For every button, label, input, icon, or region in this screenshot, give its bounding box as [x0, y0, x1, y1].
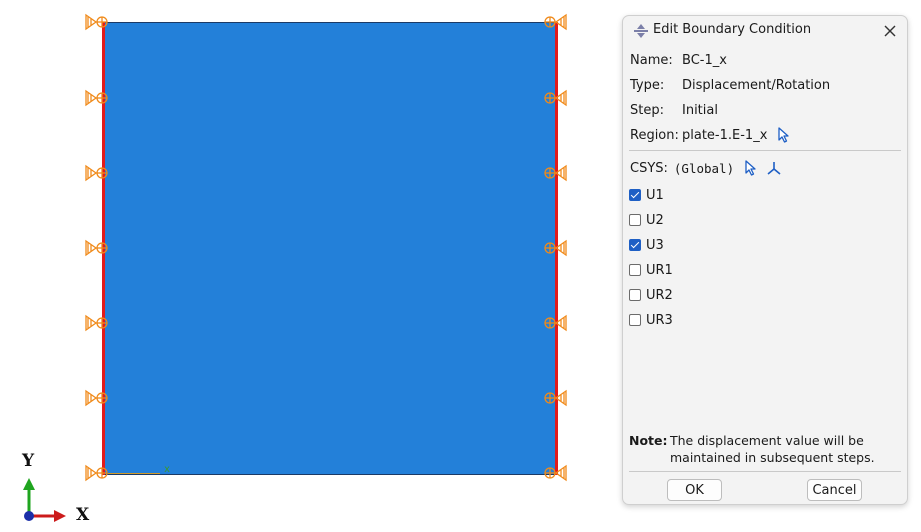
bc-symbol-left-0 — [85, 13, 108, 31]
dof-checkbox-u3[interactable] — [629, 239, 641, 251]
bc-symbol-right-0 — [544, 13, 567, 31]
dof-checkbox-ur2[interactable] — [629, 289, 641, 301]
type-value: Displacement/Rotation — [682, 77, 831, 93]
bc-symbol-right-5 — [544, 389, 567, 407]
close-button[interactable] — [879, 20, 901, 42]
dof-checkbox-row-ur2[interactable]: UR2 — [629, 286, 673, 304]
note-text: The displacement value will be maintaine… — [670, 433, 875, 465]
step-value: Initial — [682, 102, 718, 118]
dof-checkbox-u2[interactable] — [629, 214, 641, 226]
step-row: Step: Initial — [630, 100, 718, 120]
origin-label: x — [164, 464, 171, 475]
dof-checkbox-ur3[interactable] — [629, 314, 641, 326]
bc-symbol-left-3 — [85, 239, 108, 257]
name-value: BC-1_x — [682, 52, 727, 68]
boundary-condition-icon — [634, 24, 648, 38]
cancel-button[interactable]: Cancel — [807, 479, 862, 501]
region-select-arrow-icon[interactable] — [777, 127, 791, 143]
dof-checkbox-row-ur1[interactable]: UR1 — [629, 261, 673, 279]
separator — [629, 150, 901, 151]
dof-checkbox-label: UR2 — [646, 287, 673, 303]
x-axis-label: X — [76, 505, 90, 525]
dof-checkbox-label: U2 — [646, 212, 664, 228]
dof-checkbox-row-ur3[interactable]: UR3 — [629, 311, 673, 329]
dof-checkbox-ur1[interactable] — [629, 264, 641, 276]
dof-checkbox-label: UR3 — [646, 312, 673, 328]
dof-checkbox-u1[interactable] — [629, 189, 641, 201]
dof-checkbox-row-u1[interactable]: U1 — [629, 186, 664, 204]
bc-symbol-right-4 — [544, 314, 567, 332]
csys-select-arrow-icon[interactable] — [744, 160, 758, 176]
region-value: plate-1.E-1_x — [682, 127, 768, 143]
bc-symbol-left-2 — [85, 164, 108, 182]
origin-marker — [108, 473, 160, 474]
region-label: Region: — [630, 127, 679, 143]
note-block: Note: The displacement value will be mai… — [629, 432, 901, 466]
bc-symbol-right-1 — [544, 89, 567, 107]
bc-symbol-left-4 — [85, 314, 108, 332]
bc-symbol-left-1 — [85, 89, 108, 107]
bc-symbol-right-6 — [544, 464, 567, 482]
region-row: Region: plate-1.E-1_x — [630, 125, 791, 145]
csys-create-triad-icon[interactable] — [766, 160, 782, 176]
y-axis-label: Y — [22, 451, 35, 471]
close-icon — [884, 25, 896, 37]
type-label: Type: — [630, 77, 665, 93]
ok-button[interactable]: OK — [667, 479, 722, 501]
csys-label: CSYS: — [630, 160, 668, 176]
dof-checkbox-row-u2[interactable]: U2 — [629, 211, 664, 229]
dof-checkbox-label: U1 — [646, 187, 664, 203]
csys-value: (Global) — [673, 160, 735, 176]
edit-boundary-condition-dialog: Edit Boundary Condition Name: BC-1_x Typ… — [622, 15, 908, 505]
bc-symbol-right-3 — [544, 239, 567, 257]
name-label: Name: — [630, 52, 673, 68]
model-viewport[interactable]: x Y X — [0, 0, 600, 532]
bc-symbol-left-5 — [85, 389, 108, 407]
button-separator — [629, 471, 901, 472]
dof-checkbox-label: U3 — [646, 237, 664, 253]
csys-row: CSYS: (Global) — [630, 158, 782, 178]
step-label: Step: — [630, 102, 664, 118]
plate-part[interactable] — [103, 22, 557, 475]
dialog-title: Edit Boundary Condition — [653, 22, 812, 37]
bc-symbol-right-2 — [544, 164, 567, 182]
dof-checkbox-row-u3[interactable]: U3 — [629, 236, 664, 254]
dialog-titlebar[interactable]: Edit Boundary Condition — [623, 16, 907, 46]
name-row: Name: BC-1_x — [630, 50, 727, 70]
note-label: Note: — [629, 433, 668, 448]
dof-checkbox-label: UR1 — [646, 262, 673, 278]
type-row: Type: Displacement/Rotation — [630, 75, 830, 95]
